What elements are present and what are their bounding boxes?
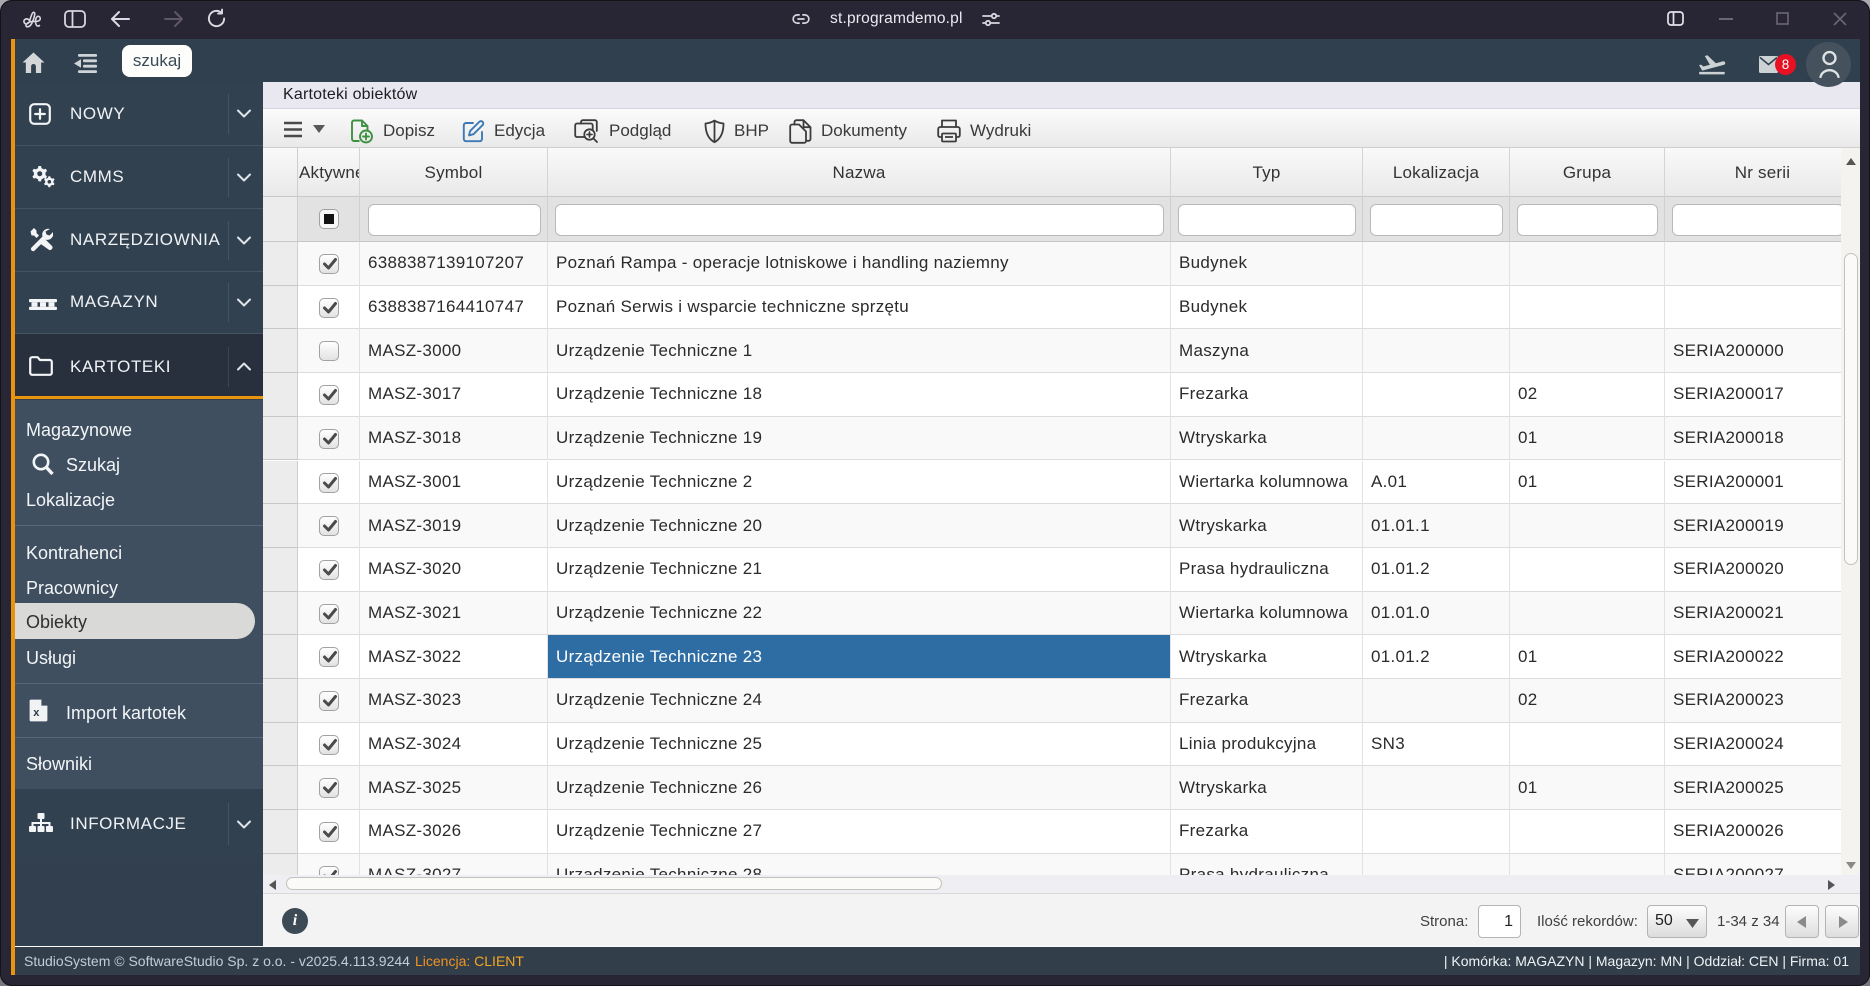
svg-text:x: x	[33, 707, 40, 719]
